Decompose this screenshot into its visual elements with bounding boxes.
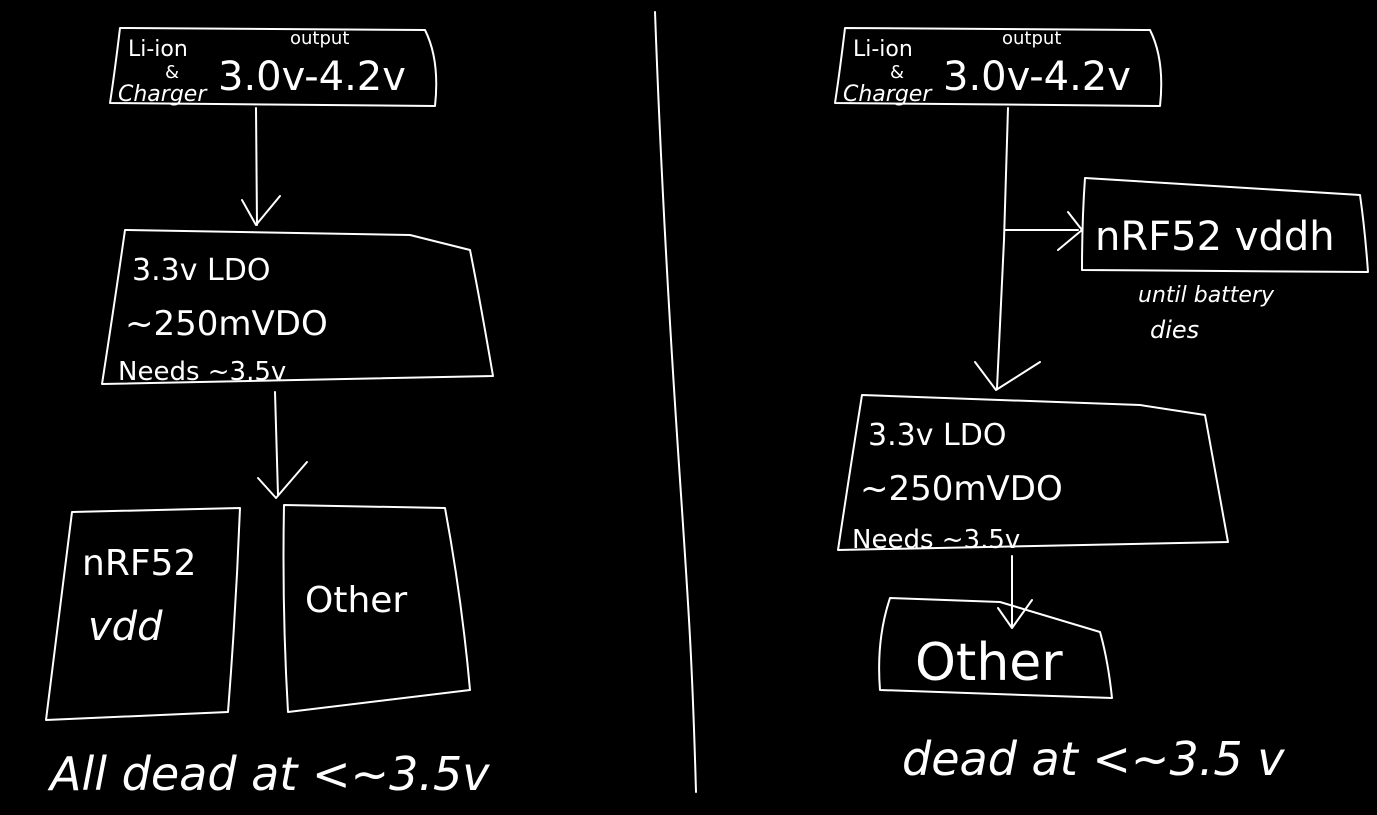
right-charger-line1: Li-ion: [853, 37, 913, 62]
right-ldo-line3: Needs ~3.5v: [852, 525, 1020, 555]
right-nrf52-block: nRF52 vddh until battery dies: [1081, 177, 1369, 344]
right-charger-output-label: output: [1002, 28, 1061, 49]
left-charger-line3: Charger: [118, 82, 208, 107]
left-ldo-block: 3.3v LDO ~250mVDO Needs ~3.5v: [101, 229, 494, 387]
right-ldo-line1: 3.3v LDO: [868, 418, 1006, 453]
left-ldo-line1: 3.3v LDO: [132, 253, 270, 288]
left-ldo-line3: Needs ~3.5v: [118, 357, 286, 387]
right-diagram: Li-ion & Charger output 3.0v-4.2v nRF52 …: [834, 27, 1369, 786]
left-charger-block: Li-ion & Charger output 3.0v-4.2v: [109, 27, 438, 107]
left-nrf52-line1: nRF52: [82, 543, 196, 584]
left-charger-line1: Li-ion: [128, 37, 188, 62]
right-arrow-to-nrf52: [1004, 211, 1083, 251]
right-charger-line3: Charger: [843, 82, 933, 107]
right-nrf52-label: nRF52 vddh: [1095, 214, 1335, 260]
left-charger-output-label: output: [290, 28, 349, 49]
left-load-nrf52: nRF52 vdd: [45, 507, 241, 721]
right-other-line1: Other: [915, 633, 1063, 693]
left-charger-voltage: 3.0v-4.2v: [218, 54, 406, 100]
left-ldo-line2: ~250mVDO: [125, 304, 328, 344]
center-divider: [654, 11, 697, 793]
right-charger-voltage: 3.0v-4.2v: [943, 54, 1131, 100]
left-other-line1: Other: [305, 580, 407, 621]
left-charger-line2: &: [165, 62, 179, 83]
left-arrow-charger-to-ldo: [241, 107, 281, 226]
right-footer-note: dead at <~3.5 v: [902, 732, 1285, 786]
right-ldo-line2: ~250mVDO: [860, 469, 1063, 509]
right-nrf52-note-line2: dies: [1150, 316, 1199, 344]
right-nrf52-note-line1: until battery: [1138, 283, 1275, 308]
right-ldo-block: 3.3v LDO ~250mVDO Needs ~3.5v: [837, 394, 1229, 555]
right-charger-block: Li-ion & Charger output 3.0v-4.2v: [834, 27, 1163, 107]
left-arrow-ldo-to-loads: [257, 391, 308, 499]
left-load-other: Other: [282, 504, 471, 713]
diagram-canvas: Li-ion & Charger output 3.0v-4.2v 3.3v L…: [45, 11, 1369, 801]
right-arrow-ldo-to-other: [997, 555, 1033, 629]
right-other-block: Other: [878, 597, 1113, 699]
left-nrf52-line2: vdd: [88, 604, 163, 650]
right-arrow-charger-to-ldo: [974, 107, 1041, 391]
right-charger-line2: &: [890, 62, 904, 83]
left-footer-note: All dead at <~3.5v: [47, 747, 490, 801]
left-diagram: Li-ion & Charger output 3.0v-4.2v 3.3v L…: [45, 27, 494, 801]
